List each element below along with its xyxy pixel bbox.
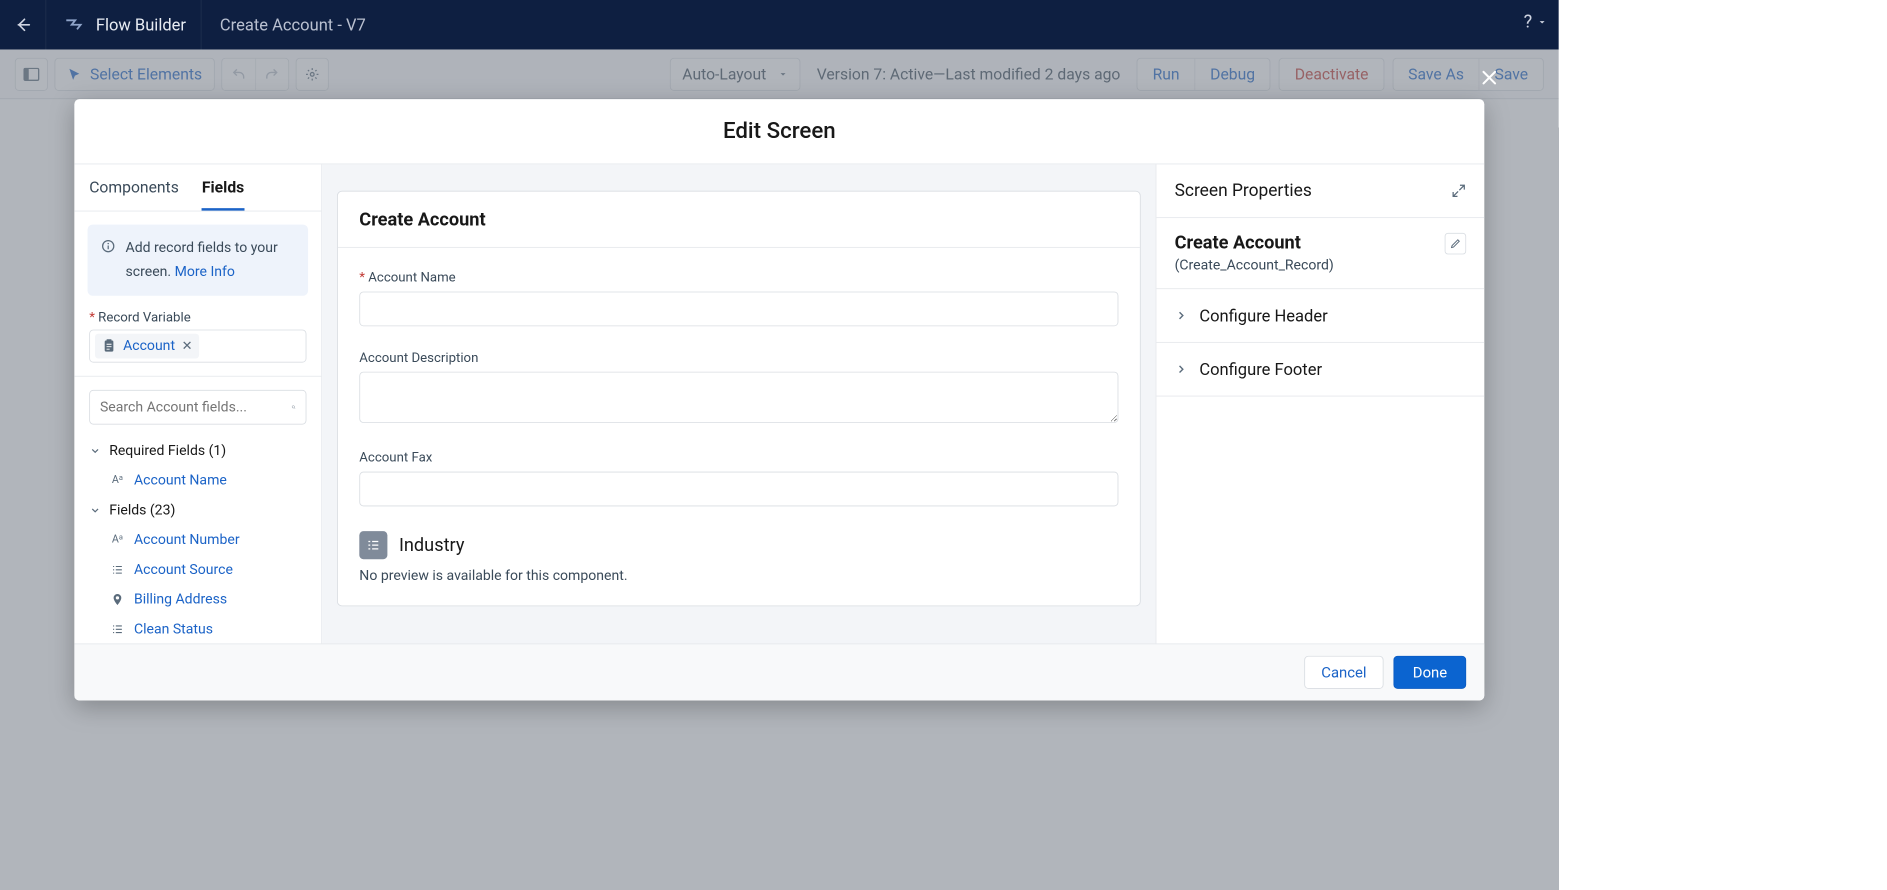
chevron-down-icon	[89, 445, 101, 457]
field-search-input[interactable]	[100, 399, 283, 416]
form-preview[interactable]: Create Account * Account Name Account De…	[337, 191, 1141, 606]
record-variable-label: * Record Variable	[89, 309, 306, 325]
tab-fields[interactable]: Fields	[202, 164, 244, 210]
field-item-billing-address[interactable]: Billing Address	[89, 585, 306, 615]
configure-footer-accordion[interactable]: Configure Footer	[1156, 343, 1484, 397]
flow-builder-icon	[58, 14, 91, 35]
form-title: Create Account	[338, 192, 1140, 248]
search-icon	[292, 400, 296, 415]
done-button[interactable]: Done	[1394, 656, 1466, 689]
text-icon: Aa	[109, 474, 126, 486]
left-tabs: Components Fields	[74, 164, 321, 211]
info-icon	[101, 239, 116, 254]
clipboard-icon	[102, 338, 117, 353]
account-name-input[interactable]	[359, 292, 1118, 327]
app-title: Flow Builder	[91, 0, 202, 50]
more-info-link[interactable]: More Info	[175, 263, 235, 280]
field-list: Required Fields (1) Aa Account Name Fiel…	[74, 436, 321, 644]
chevron-right-icon	[1175, 363, 1188, 376]
account-description-input[interactable]	[359, 372, 1118, 423]
field-item-account-source[interactable]: Account Source	[89, 555, 306, 585]
topbar: Flow Builder Create Account - V7 ?	[0, 0, 1559, 50]
edit-screen-modal: Edit Screen Components Fields Add record…	[74, 99, 1484, 700]
left-panel: Components Fields Add record fields to y…	[74, 164, 322, 643]
field-item-account-number[interactable]: Aa Account Number	[89, 525, 306, 555]
edit-label-button[interactable]	[1445, 233, 1466, 254]
record-variable-value: Account	[123, 338, 175, 355]
picklist-icon	[359, 531, 387, 559]
account-fax-label: Account Fax	[359, 449, 1118, 465]
section-required-fields[interactable]: Required Fields (1)	[89, 436, 306, 466]
close-icon	[1479, 68, 1499, 88]
configure-header-accordion[interactable]: Configure Header	[1156, 289, 1484, 343]
modal-footer: Cancel Done	[74, 643, 1484, 700]
flow-name: Create Account - V7	[202, 15, 384, 35]
modal-title: Edit Screen	[74, 99, 1484, 163]
back-button[interactable]	[0, 0, 46, 50]
picklist-icon	[109, 623, 126, 636]
expand-button[interactable]	[1451, 183, 1466, 198]
picklist-icon	[109, 563, 126, 576]
properties-panel: Screen Properties Create Account (Create…	[1156, 164, 1485, 643]
record-variable-pill: Account ✕	[95, 334, 199, 359]
caret-down-icon	[1537, 17, 1547, 27]
info-box: Add record fields to your screen. More I…	[88, 225, 309, 296]
field-item-account-name[interactable]: Aa Account Name	[89, 466, 306, 496]
location-icon	[109, 593, 126, 606]
text-icon: Aa	[109, 534, 126, 546]
chevron-right-icon	[1175, 309, 1188, 322]
industry-component[interactable]: Industry	[359, 531, 1118, 559]
properties-title: Screen Properties	[1175, 181, 1312, 201]
screen-canvas: Create Account * Account Name Account De…	[322, 164, 1155, 643]
screen-label: Create Account	[1175, 233, 1334, 254]
account-name-label: * Account Name	[359, 269, 1118, 285]
arrow-left-icon	[14, 17, 31, 34]
help-icon: ?	[1524, 12, 1533, 33]
account-fax-input[interactable]	[359, 472, 1118, 507]
no-preview-note: No preview is available for this compone…	[359, 567, 1118, 584]
help-menu[interactable]: ?	[1524, 12, 1547, 33]
chevron-down-icon	[89, 505, 101, 517]
remove-variable-button[interactable]: ✕	[182, 338, 193, 354]
screen-api-name: (Create_Account_Record)	[1175, 257, 1334, 274]
close-modal-button[interactable]	[1479, 68, 1499, 88]
record-variable-input[interactable]: Account ✕	[89, 329, 306, 362]
field-search[interactable]	[89, 390, 306, 425]
industry-label: Industry	[399, 535, 464, 556]
cancel-button[interactable]: Cancel	[1304, 656, 1384, 689]
section-fields[interactable]: Fields (23)	[89, 495, 306, 525]
expand-icon	[1451, 183, 1466, 198]
account-description-label: Account Description	[359, 349, 1118, 365]
field-item-clean-status[interactable]: Clean Status	[89, 614, 306, 643]
tab-components[interactable]: Components	[89, 164, 179, 210]
pencil-icon	[1450, 238, 1462, 250]
